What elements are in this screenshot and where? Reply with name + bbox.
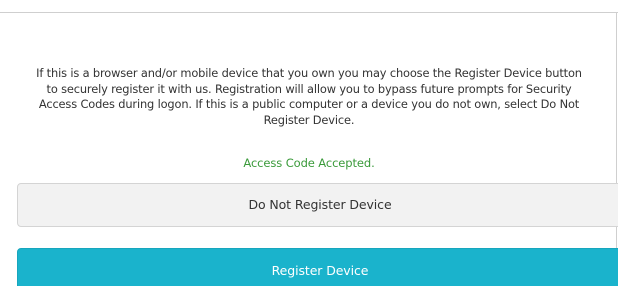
- access-code-status: Access Code Accepted.: [243, 156, 375, 170]
- message-line: If this is a browser and/or mobile devic…: [36, 66, 582, 80]
- do-not-register-device-button[interactable]: Do Not Register Device: [17, 183, 618, 227]
- message-line: Register Device.: [263, 112, 355, 127]
- panel-right-border: [616, 12, 617, 286]
- message-line: to securely register it with us. Registr…: [46, 81, 572, 96]
- registration-panel: If this is a browser and/or mobile devic…: [0, 0, 618, 286]
- register-device-button[interactable]: Register Device: [17, 248, 618, 286]
- message-line: Access Codes during logon. If this is a …: [38, 97, 580, 111]
- panel-top-border: [0, 12, 618, 13]
- registration-message: If this is a browser and/or mobile devic…: [0, 66, 618, 128]
